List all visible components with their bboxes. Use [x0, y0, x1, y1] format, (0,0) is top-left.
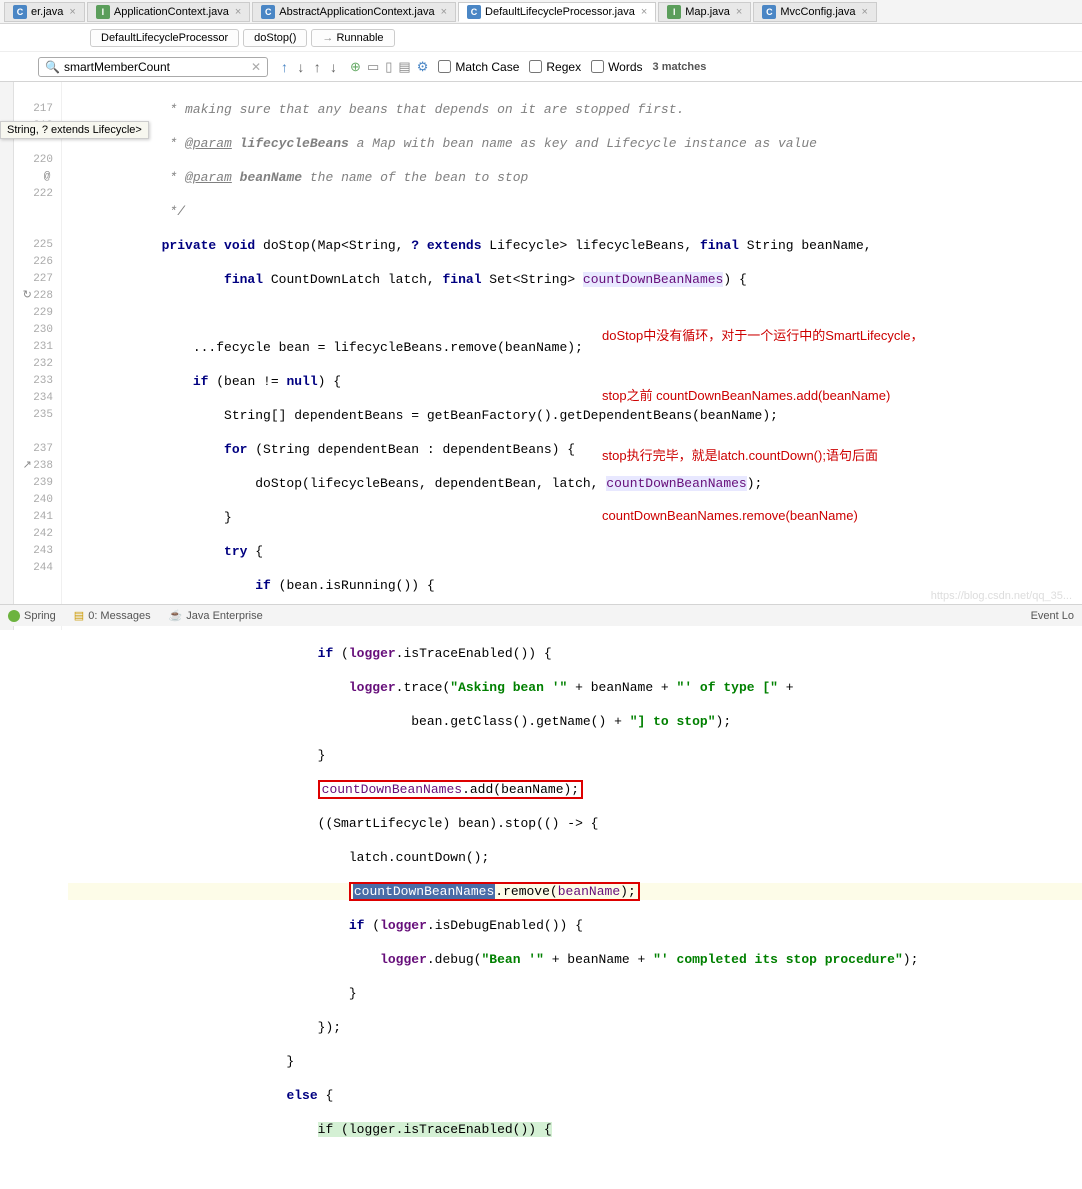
close-icon[interactable]: × [736, 6, 742, 18]
status-bar: Spring ▤0: Messages ☕Java Enterprise Eve… [0, 604, 1082, 626]
interface-icon: I [667, 5, 681, 19]
search-input[interactable] [64, 60, 251, 74]
spring-tool[interactable]: Spring [8, 610, 56, 622]
toggle-icon[interactable]: ▯ [385, 59, 392, 75]
java-ee-tool[interactable]: ☕Java Enterprise [169, 609, 263, 622]
tab-defaultlifecycle[interactable]: CDefaultLifecycleProcessor.java× [458, 2, 656, 22]
tab-map[interactable]: IMap.java× [658, 2, 751, 22]
class-icon: C [261, 5, 275, 19]
filter-icon[interactable]: ▤ [398, 59, 410, 75]
watermark: https://blog.csdn.net/qq_35... [931, 590, 1072, 602]
search-nav: ↑ ↓ ↑ ↓ [278, 59, 340, 75]
code-annotation: doStop中没有循环，对于一个运行中的SmartLifecycle， stop… [602, 286, 1032, 566]
breadcrumb: DefaultLifecycleProcessor doStop() Runna… [0, 24, 1082, 52]
next-icon[interactable]: ↓ [330, 59, 337, 75]
class-icon: C [762, 5, 776, 19]
regex-check[interactable]: Regex [529, 60, 581, 74]
search-icon: 🔍 [45, 60, 60, 74]
parameter-hint: String, ? extends Lifecycle> [0, 121, 149, 139]
close-icon[interactable]: × [641, 6, 647, 18]
error-stripe [0, 82, 14, 630]
crumb-class[interactable]: DefaultLifecycleProcessor [90, 29, 239, 47]
messages-tool[interactable]: ▤0: Messages [74, 609, 151, 622]
messages-icon: ▤ [74, 609, 84, 622]
match-case-check[interactable]: Match Case [438, 60, 519, 74]
class-icon: C [467, 5, 481, 19]
gutter: 217218220@222225226227↻22822923023123223… [14, 82, 62, 630]
crumb-return[interactable]: Runnable [311, 29, 394, 47]
prev-icon[interactable]: ↑ [314, 59, 321, 75]
tab-er[interactable]: Cer.java× [4, 2, 85, 22]
code-editor[interactable]: 217218220@222225226227↻22822923023123223… [0, 82, 1082, 630]
interface-icon: I [96, 5, 110, 19]
editor-tabs: Cer.java× IApplicationContext.java× CAbs… [0, 0, 1082, 24]
match-count: 3 matches [653, 61, 707, 73]
settings-icon[interactable]: ⚙ [417, 59, 429, 75]
next-match-icon[interactable]: ↓ [297, 59, 304, 75]
search-bar: 🔍 ✕ ↑ ↓ ↑ ↓ ⊕ ▭ ▯ ▤ ⚙ Match Case Regex W… [0, 52, 1082, 82]
spring-icon [8, 610, 20, 622]
class-icon: C [13, 5, 27, 19]
tab-mvcconfig[interactable]: CMvcConfig.java× [753, 2, 877, 22]
add-selection-icon[interactable]: ⊕ [350, 59, 361, 75]
java-icon: ☕ [169, 609, 183, 622]
words-check[interactable]: Words [591, 60, 642, 74]
search-input-box[interactable]: 🔍 ✕ [38, 57, 268, 77]
close-icon[interactable]: × [862, 6, 868, 18]
clear-icon[interactable]: ✕ [251, 60, 261, 74]
prev-match-icon[interactable]: ↑ [281, 59, 288, 75]
code-area[interactable]: * making sure that any beans that depend… [62, 82, 1082, 630]
close-icon[interactable]: × [235, 6, 241, 18]
tab-appcontext[interactable]: IApplicationContext.java× [87, 2, 250, 22]
event-log[interactable]: Event Lo [1031, 610, 1074, 622]
tab-abstractapp[interactable]: CAbstractApplicationContext.java× [252, 2, 456, 22]
crumb-method[interactable]: doStop() [243, 29, 307, 47]
close-icon[interactable]: × [69, 6, 75, 18]
close-icon[interactable]: × [441, 6, 447, 18]
select-all-icon[interactable]: ▭ [367, 59, 379, 75]
search-tools: ⊕ ▭ ▯ ▤ ⚙ [350, 59, 428, 75]
